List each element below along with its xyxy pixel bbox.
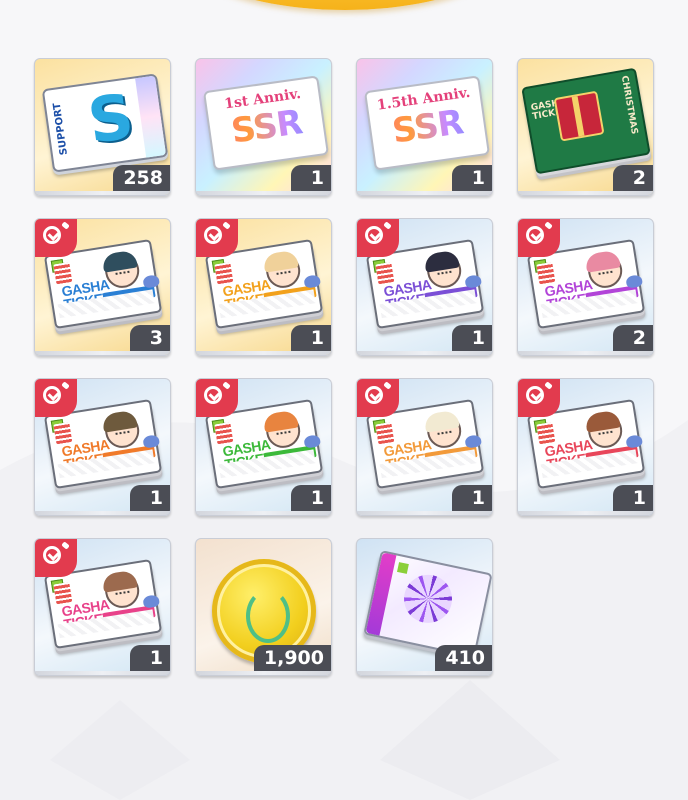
seal-icon [53,582,73,605]
item-gasha-ticket-mao[interactable]: GASHA TICKET 2 [517,218,654,356]
item-count: 1 [452,165,492,191]
timer-icon [196,219,238,257]
seal-icon [536,262,556,285]
item-count: 1 [452,485,492,511]
timer-icon [357,379,399,417]
support-label: SUPPORT [51,102,71,156]
item-count: 258 [113,165,170,191]
item-count: 1 [291,325,331,351]
support-s-mark: S [83,79,138,158]
coin-emblem [246,589,290,643]
item-count: 3 [130,325,170,351]
ssr-ticket-icon: 1.5th Anniv. SSR [363,75,491,171]
item-gasha-ticket-hiroshi[interactable]: GASHA TICKET 1 [34,538,171,676]
gift-icon [553,90,605,142]
header-arc [170,0,520,10]
timer-icon [518,379,560,417]
item-count: 410 [435,645,492,671]
item-gasha-ticket-kotone[interactable]: GASHA TICKET 1 [195,218,332,356]
item-1st-anniv-ssr-ticket[interactable]: ✦ ✦ 1st Anniv. SSR 1 [195,58,332,196]
item-support-ticket[interactable]: SUPPORT S 258 [34,58,171,196]
item-gasha-ticket-sumika[interactable]: GASHA TICKET 1 [195,378,332,516]
ssr-ticket-icon: 1st Anniv. SSR [202,75,330,171]
item-christmas-gasha-ticket[interactable]: GASHA TICKET CHRISTMAS 2 [517,58,654,196]
rainbow-edge [135,75,167,158]
timer-icon [35,539,77,577]
item-count: 1 [613,485,653,511]
item-count: 2 [613,165,653,191]
item-count: 1 [130,645,170,671]
christmas-ticket-icon: GASHA TICKET CHRISTMAS [521,67,651,175]
card-band [365,552,397,636]
timer-icon [357,219,399,257]
item-gasha-ticket-ume[interactable]: GASHA TICKET 1 [517,378,654,516]
seal-icon [53,422,73,445]
seal-icon [214,422,234,445]
seal-icon [375,262,395,285]
item-grid: SUPPORT S 258 ✦ ✦ 1st Anniv. SSR 1 ✦ ✦ 1… [34,58,654,676]
item-count: 1 [291,165,331,191]
item-count: 2 [613,325,653,351]
flower-icon [399,570,457,628]
item-count: 1 [452,325,492,351]
support-ticket-icon: SUPPORT S [41,73,169,173]
seal-icon [53,262,73,285]
item-gasha-ticket-tsubame[interactable]: GASHA TICKET 1 [356,218,493,356]
stamp-icon [397,562,409,574]
item-gasha-ticket-temari[interactable]: GASHA TICKET 3 [34,218,171,356]
flower-card-icon [363,550,492,658]
timer-icon [35,379,77,417]
item-flower-crystal-card[interactable]: 410 [356,538,493,676]
item-count: 1 [130,485,170,511]
item-gold-coin[interactable]: 1,900 [195,538,332,676]
seal-icon [375,422,395,445]
timer-icon [35,219,77,257]
seal-icon [214,262,234,285]
item-gasha-ticket-hiro[interactable]: GASHA TICKET 1 [356,378,493,516]
item-count: 1,900 [253,645,331,671]
timer-icon [518,219,560,257]
timer-icon [196,379,238,417]
item-gasha-ticket-china[interactable]: GASHA TICKET 1 [34,378,171,516]
item-count: 1 [291,485,331,511]
christmas-label: CHRISTMAS [618,74,639,136]
seal-icon [536,422,556,445]
gasha-ticket-label: GASHA TICKET [530,97,569,123]
item-1-5th-anniv-ssr-ticket[interactable]: ✦ ✦ 1.5th Anniv. SSR 1 [356,58,493,196]
